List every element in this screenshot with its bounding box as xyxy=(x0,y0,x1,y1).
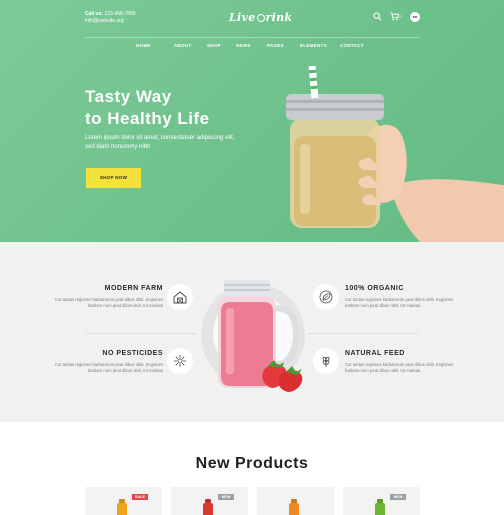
contact-label: Call us: xyxy=(85,11,104,17)
feature-title: MODERN FARM xyxy=(104,285,163,292)
hero-title-line1: Tasty Way xyxy=(85,87,172,106)
nav-elements[interactable]: ELEMENTS xyxy=(300,43,340,48)
barn-icon xyxy=(167,284,193,310)
new-badge: NEW xyxy=(218,494,234,500)
nav-divider xyxy=(85,37,420,38)
product-card[interactable]: SALE xyxy=(85,487,162,515)
nav-home[interactable]: HOME xyxy=(136,43,174,48)
feature-text: Cur tantas regiones barbarorum peat dibu… xyxy=(54,297,163,308)
logo-text-b: rink xyxy=(265,11,293,24)
cart-button[interactable]: 0 xyxy=(389,12,403,22)
main-nav: HOME ABOUT SHOP NEWS PAGES ELEMENTS CONT… xyxy=(136,43,370,48)
top-bar: Call us: 123-456-7890 info@website.org L… xyxy=(85,11,420,29)
feature-text: Cur tantas regiones barbarorum peat dibu… xyxy=(345,362,454,373)
product-bottle-image xyxy=(117,503,127,515)
hero-title-line2: to Healthy Life xyxy=(85,109,210,128)
logo-text-a: Live xyxy=(229,11,256,24)
search-icon[interactable] xyxy=(372,12,382,22)
wheat-icon xyxy=(313,348,339,374)
feature-title: NO PESTICIDES xyxy=(102,350,163,357)
product-bottle-image xyxy=(375,503,385,515)
header-icons: 0 en xyxy=(372,12,420,22)
product-bottle-image xyxy=(203,503,213,515)
cart-count: 0 xyxy=(399,14,402,19)
product-card[interactable]: NEW xyxy=(171,487,248,515)
feature-divider-left xyxy=(86,333,196,334)
sale-badge: SALE xyxy=(132,494,148,500)
feature-no-pesticides: NO PESTICIDES Cur tantas regiones barbar… xyxy=(43,350,163,374)
nav-shop[interactable]: SHOP xyxy=(207,43,236,48)
hero-smoothie-jar-image xyxy=(286,66,504,242)
feature-divider-right xyxy=(308,333,418,334)
pink-smoothie-jar-image xyxy=(218,280,303,392)
new-products-title: New Products xyxy=(195,455,309,472)
logo[interactable]: Live rink xyxy=(229,11,292,24)
hero-title: Tasty Way to Healthy Life xyxy=(85,86,210,130)
feature-title: 100% ORGANIC xyxy=(345,285,404,292)
product-card[interactable]: NEW xyxy=(343,487,420,515)
feature-text: Cur tantas regiones barbarorum peat dibu… xyxy=(345,297,454,308)
new-badge: NEW xyxy=(390,494,406,500)
phone-number[interactable]: 123-456-7890 xyxy=(104,11,135,17)
nav-pages[interactable]: PAGES xyxy=(267,43,300,48)
nav-news[interactable]: NEWS xyxy=(236,43,267,48)
nav-about[interactable]: ABOUT xyxy=(174,43,207,48)
feature-modern-farm: MODERN FARM Cur tantas regiones barbaror… xyxy=(43,285,163,309)
language-selector[interactable]: en xyxy=(410,12,420,22)
email-address[interactable]: info@website.org xyxy=(85,18,136,25)
feature-text: Cur tantas regiones barbarorum peat dibu… xyxy=(54,362,163,373)
shop-now-button[interactable]: SHOP NOW xyxy=(86,168,141,188)
product-card[interactable] xyxy=(257,487,334,515)
feature-natural-feed: NATURAL FEED Cur tantas regiones barbaro… xyxy=(345,350,465,374)
logo-ring-icon xyxy=(256,14,265,22)
nav-contact[interactable]: CONTACT xyxy=(340,43,370,48)
product-bottle-image xyxy=(289,503,299,515)
hero-section: Call us: 123-456-7890 info@website.org L… xyxy=(0,0,504,242)
hero-subtitle: Lorem ipsum dolor sit amet, consectetuer… xyxy=(85,135,235,150)
flower-icon xyxy=(167,348,193,374)
feature-organic: 100% ORGANIC Cur tantas regiones barbaro… xyxy=(345,285,465,309)
contact-info: Call us: 123-456-7890 info@website.org xyxy=(85,11,136,25)
organic-leaf-icon xyxy=(313,284,339,310)
feature-title: NATURAL FEED xyxy=(345,350,405,357)
